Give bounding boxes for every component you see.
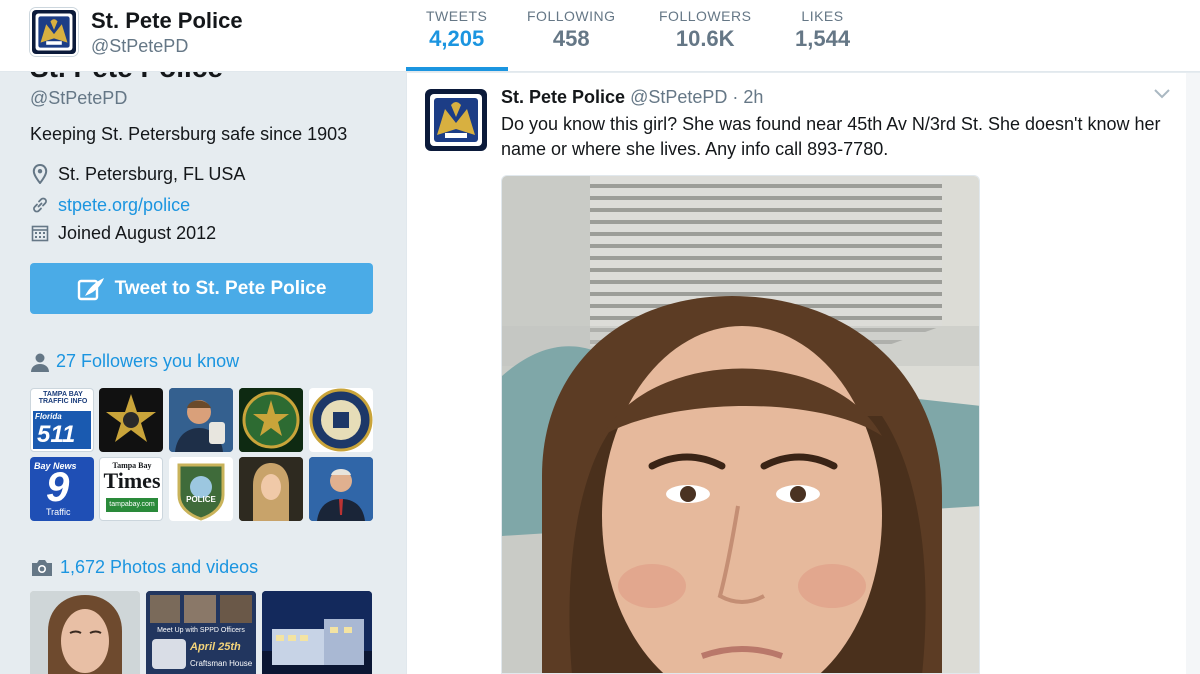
follower-avatar-green-badge[interactable] <box>239 388 303 452</box>
follower-avatar-man-photo[interactable] <box>169 388 233 452</box>
tweet-header: St. Pete Police @StPetePD · 2h <box>501 87 763 108</box>
tweet-author-avatar[interactable] <box>425 89 487 151</box>
tbt-big: Times <box>103 468 161 493</box>
stat-followers[interactable]: FOLLOWERS 10.6K <box>659 8 751 52</box>
camera-icon <box>30 558 54 578</box>
stat-likes-value: 1,544 <box>795 26 851 51</box>
tweet-to-label: Tweet to St. Pete Police <box>114 277 327 299</box>
meetup-line3: Craftsman House <box>190 659 253 668</box>
stat-tweets-value: 4,205 <box>429 26 485 51</box>
photos-videos-label: 1,672 Photos and videos <box>60 557 259 577</box>
patch-label: POLICE <box>186 495 216 504</box>
page-scrollbar[interactable] <box>1186 73 1200 674</box>
stat-tweets-label: TWEETS <box>426 8 488 24</box>
link-icon <box>30 194 50 216</box>
topbar-profile-name[interactable]: St. Pete Police <box>91 8 243 34</box>
active-tab-indicator <box>406 67 508 71</box>
profile-location: St. Petersburg, FL USA <box>30 163 245 185</box>
photo-thumb-meetup-flyer[interactable]: Meet Up with SPPD Officers April 25th Cr… <box>146 591 256 674</box>
tweet-timestamp[interactable]: · 2h <box>732 87 763 107</box>
stat-followers-value: 10.6K <box>675 26 735 51</box>
compose-feather-icon <box>77 276 107 302</box>
profile-bio: Keeping St. Petersburg safe since 1903 <box>30 124 348 144</box>
stat-likes-label: LIKES <box>801 8 844 24</box>
meetup-line1: Meet Up with SPPD Officers <box>157 627 245 634</box>
follower-avatar-woman-photo[interactable] <box>239 457 303 521</box>
location-text: St. Petersburg, FL USA <box>58 163 246 184</box>
topbar-profile-handle[interactable]: @StPetePD <box>91 36 188 57</box>
stat-likes[interactable]: LIKES 1,544 <box>795 8 850 52</box>
profile-joined: Joined August 2012 <box>30 222 216 244</box>
location-pin-icon <box>30 163 50 185</box>
follower-avatar-anchor-photo[interactable] <box>309 457 373 521</box>
bn9-bottom: Traffic <box>46 507 71 517</box>
stat-followers-label: FOLLOWERS <box>659 8 752 24</box>
tweet-photo[interactable] <box>501 175 980 674</box>
profile-top-nav: St. Pete Police @StPetePD TWEETS 4,205 F… <box>0 0 1200 72</box>
tweet-author-name[interactable]: St. Pete Police <box>501 87 625 107</box>
tweet-to-button[interactable]: Tweet to St. Pete Police <box>30 263 373 314</box>
follower-avatar-seal[interactable] <box>309 388 373 452</box>
website-link[interactable]: stpete.org/police <box>58 195 190 216</box>
profile-website[interactable]: stpete.org/police <box>30 194 190 216</box>
follower-avatar-sheriff-star[interactable] <box>99 388 163 452</box>
meetup-line2: April 25th <box>190 641 241 653</box>
photos-videos-link[interactable]: 1,672 Photos and videos <box>30 557 258 578</box>
user-icon <box>30 352 50 372</box>
fl511-big: 511 <box>37 421 76 448</box>
profile-handle[interactable]: @StPetePD <box>30 88 127 109</box>
follower-avatar-fl511[interactable]: TAMPA BAY TRAFFIC INFO Florida 511 <box>30 388 94 452</box>
fl511-mid: Florida <box>35 412 62 421</box>
stat-following[interactable]: FOLLOWING 458 <box>527 8 616 52</box>
fl511-top: TAMPA BAY TRAFFIC INFO <box>38 391 88 405</box>
follower-avatar-tampabay-times[interactable]: Tampa Bay Times tampabay.com <box>99 457 163 521</box>
chevron-down-icon[interactable] <box>1153 87 1171 105</box>
stat-following-value: 458 <box>552 26 590 51</box>
followers-you-know-link[interactable]: 27 Followers you know <box>30 351 239 372</box>
calendar-icon <box>30 222 50 244</box>
follower-avatar-police-patch[interactable]: POLICE <box>169 457 233 521</box>
tweet-author-handle[interactable]: @StPetePD <box>630 87 727 107</box>
photo-thumb-girl[interactable] <box>30 591 140 674</box>
tweet-text: Do you know this girl? She was found nea… <box>501 114 1161 159</box>
stat-following-label: FOLLOWING <box>527 8 616 24</box>
followers-you-know-label: 27 Followers you know <box>56 351 240 371</box>
photo-thumb-building[interactable] <box>262 591 372 674</box>
tbt-bottom: tampabay.com <box>106 498 158 512</box>
profile-avatar-small[interactable] <box>30 8 78 56</box>
stat-tweets[interactable]: TWEETS 4,205 <box>426 8 487 52</box>
joined-text: Joined August 2012 <box>58 222 217 243</box>
tweet-card[interactable]: St. Pete Police @StPetePD · 2h Do you kn… <box>406 73 1200 674</box>
bn9-big: 9 <box>46 463 70 510</box>
follower-avatar-baynews9[interactable]: Bay News 9 Traffic <box>30 457 94 521</box>
